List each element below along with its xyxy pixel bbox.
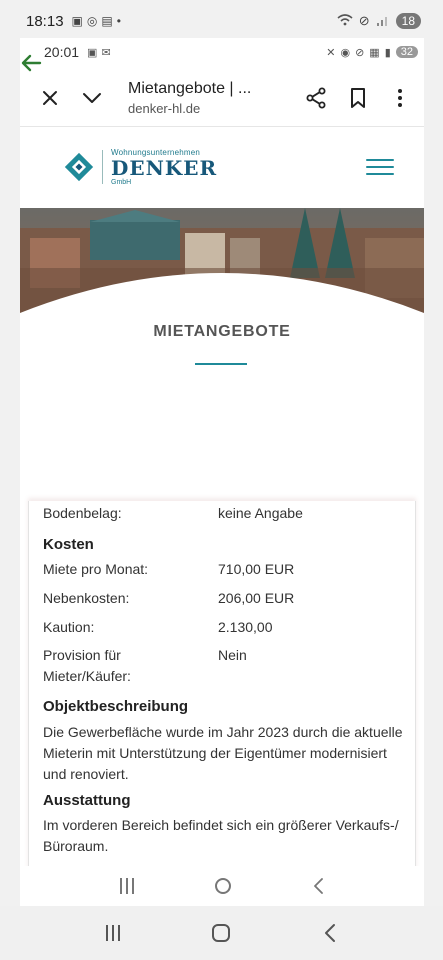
provision-value: Nein bbox=[218, 647, 247, 663]
objektbeschreibung-text: Die Gewerbefläche wurde im Jahr 2023 dur… bbox=[43, 724, 403, 782]
home-icon[interactable] bbox=[212, 924, 231, 942]
miete-value: 710,00 EUR bbox=[218, 561, 295, 577]
detail-row-miete: Miete pro Monat: 710,00 EUR bbox=[43, 561, 294, 577]
mute-icon: ✕ bbox=[326, 46, 336, 59]
logo-gmbh: GmbH bbox=[111, 178, 132, 186]
mail-icon: ✉ bbox=[101, 46, 111, 59]
inner-status-time: 20:01 bbox=[44, 44, 80, 60]
logo-wordmark: Wohnungsunternehmen DENKER GmbH bbox=[111, 148, 218, 186]
diamond-logo-icon bbox=[64, 152, 94, 182]
inner-screenshot: 20:01 ▣ ✉ ✕ ◉ ⊘ ▦ ▮ 32 Mietangebote | ..… bbox=[20, 38, 424, 906]
browser-toolbar: Mietangebote | ... denker-hl.de bbox=[20, 70, 424, 126]
outer-navigation-bar bbox=[0, 906, 443, 960]
more-options-button[interactable] bbox=[382, 80, 418, 116]
battery-indicator: 32 bbox=[395, 46, 418, 58]
detail-row-kaution: Kaution: 2.130,00 bbox=[43, 619, 273, 635]
property-details-card: Bodenbelag: keine Angabe Kosten Miete pr… bbox=[28, 501, 416, 881]
hamburger-menu-icon[interactable] bbox=[366, 153, 394, 181]
battery-indicator: 18 bbox=[395, 13, 421, 29]
do-not-disturb-icon: ⊘ bbox=[355, 46, 365, 59]
toolbar-actions bbox=[298, 80, 418, 116]
site-header: Wohnungsunternehmen DENKER GmbH bbox=[20, 127, 424, 207]
calendar-icon: ▤ bbox=[101, 14, 113, 28]
hotspot-icon: ◉ bbox=[340, 46, 351, 59]
recent-apps-icon[interactable] bbox=[120, 878, 135, 894]
bodenbelag-value: keine Angabe bbox=[218, 505, 303, 521]
outer-notification-icons: ▣ ◎ ▤ • bbox=[72, 14, 121, 28]
network-icon: ▦ bbox=[369, 46, 380, 59]
wifi-icon bbox=[337, 13, 353, 29]
close-icon bbox=[43, 91, 57, 105]
bookmark-icon bbox=[351, 88, 365, 108]
back-icon[interactable] bbox=[323, 923, 337, 943]
outer-status-time: 18:13 bbox=[26, 12, 64, 30]
inner-system-icons: ✕ ◉ ⊘ ▦ ▮ 32 bbox=[326, 46, 418, 59]
inner-status-bar: 20:01 ▣ ✉ ✕ ◉ ⊘ ▦ ▮ 32 bbox=[20, 38, 424, 66]
inner-navigation-bar bbox=[20, 866, 424, 906]
home-icon[interactable] bbox=[214, 878, 231, 894]
provision-label-line1: Provision für bbox=[43, 647, 121, 663]
detail-row-provision-line2: Mieter/Käufer: bbox=[43, 668, 131, 684]
inner-notification-icons: ▣ ✉ bbox=[87, 46, 111, 59]
screenshot-icon: ▣ bbox=[71, 14, 83, 28]
ausstattung-text: Im vorderen Bereich befindet sich ein gr… bbox=[43, 817, 399, 854]
more-vert-icon bbox=[398, 89, 402, 107]
back-icon[interactable] bbox=[312, 877, 324, 895]
detail-row-bodenbelag: Bodenbelag: keine Angabe bbox=[43, 505, 303, 521]
page-title: Mietangebote | ... bbox=[128, 80, 252, 97]
hero-heading: MIETANGEBOTE bbox=[153, 323, 291, 340]
nebenkosten-value: 206,00 EUR bbox=[218, 590, 295, 606]
provision-label-line2: Mieter/Käufer: bbox=[43, 668, 131, 684]
kaution-value: 2.130,00 bbox=[218, 619, 273, 635]
close-button[interactable] bbox=[32, 80, 68, 116]
page-domain: denker-hl.de bbox=[128, 101, 201, 116]
miete-label: Miete pro Monat: bbox=[43, 561, 149, 577]
kaution-label: Kaution: bbox=[43, 619, 95, 635]
phone-screen: 18:13 ▣ ◎ ▤ • ⊘ 18 20:01 ▣ ✉ ✕ ◉ ⊘ ▦ ▮ 3… bbox=[0, 0, 443, 960]
recent-apps-icon[interactable] bbox=[106, 925, 121, 941]
do-not-disturb-icon: ⊘ bbox=[358, 13, 370, 28]
whatsapp-icon: ◎ bbox=[86, 14, 98, 28]
bookmark-button[interactable] bbox=[340, 80, 376, 116]
signal-icon bbox=[376, 14, 390, 29]
page-title-area[interactable]: Mietangebote | ... denker-hl.de bbox=[128, 80, 251, 116]
objektbeschreibung-heading: Objektbeschreibung bbox=[43, 698, 189, 715]
nebenkosten-label: Nebenkosten: bbox=[43, 590, 130, 606]
ausstattung-heading: Ausstattung bbox=[43, 792, 131, 809]
outer-system-icons: ⊘ 18 bbox=[337, 13, 421, 29]
detail-row-provision: Provision für Nein bbox=[43, 647, 247, 663]
logo-separator bbox=[102, 150, 103, 184]
denker-logo[interactable]: Wohnungsunternehmen DENKER GmbH bbox=[64, 148, 218, 186]
signal-icon: ▮ bbox=[384, 46, 391, 59]
outer-status-bar: 18:13 ▣ ◎ ▤ • ⊘ 18 bbox=[0, 0, 443, 42]
share-icon bbox=[306, 87, 326, 109]
dot-icon: • bbox=[116, 14, 121, 28]
bodenbelag-label: Bodenbelag: bbox=[43, 505, 122, 521]
share-button[interactable] bbox=[298, 80, 334, 116]
detail-row-nebenkosten: Nebenkosten: 206,00 EUR bbox=[43, 590, 294, 606]
screenshot-icon: ▣ bbox=[87, 46, 98, 59]
expand-button[interactable] bbox=[74, 80, 110, 116]
hero-image bbox=[20, 208, 424, 318]
city-skyline-image bbox=[20, 208, 424, 318]
chevron-down-icon bbox=[83, 93, 101, 103]
logo-name: DENKER bbox=[111, 155, 218, 180]
heading-underline bbox=[195, 363, 247, 365]
kosten-heading: Kosten bbox=[43, 536, 94, 553]
